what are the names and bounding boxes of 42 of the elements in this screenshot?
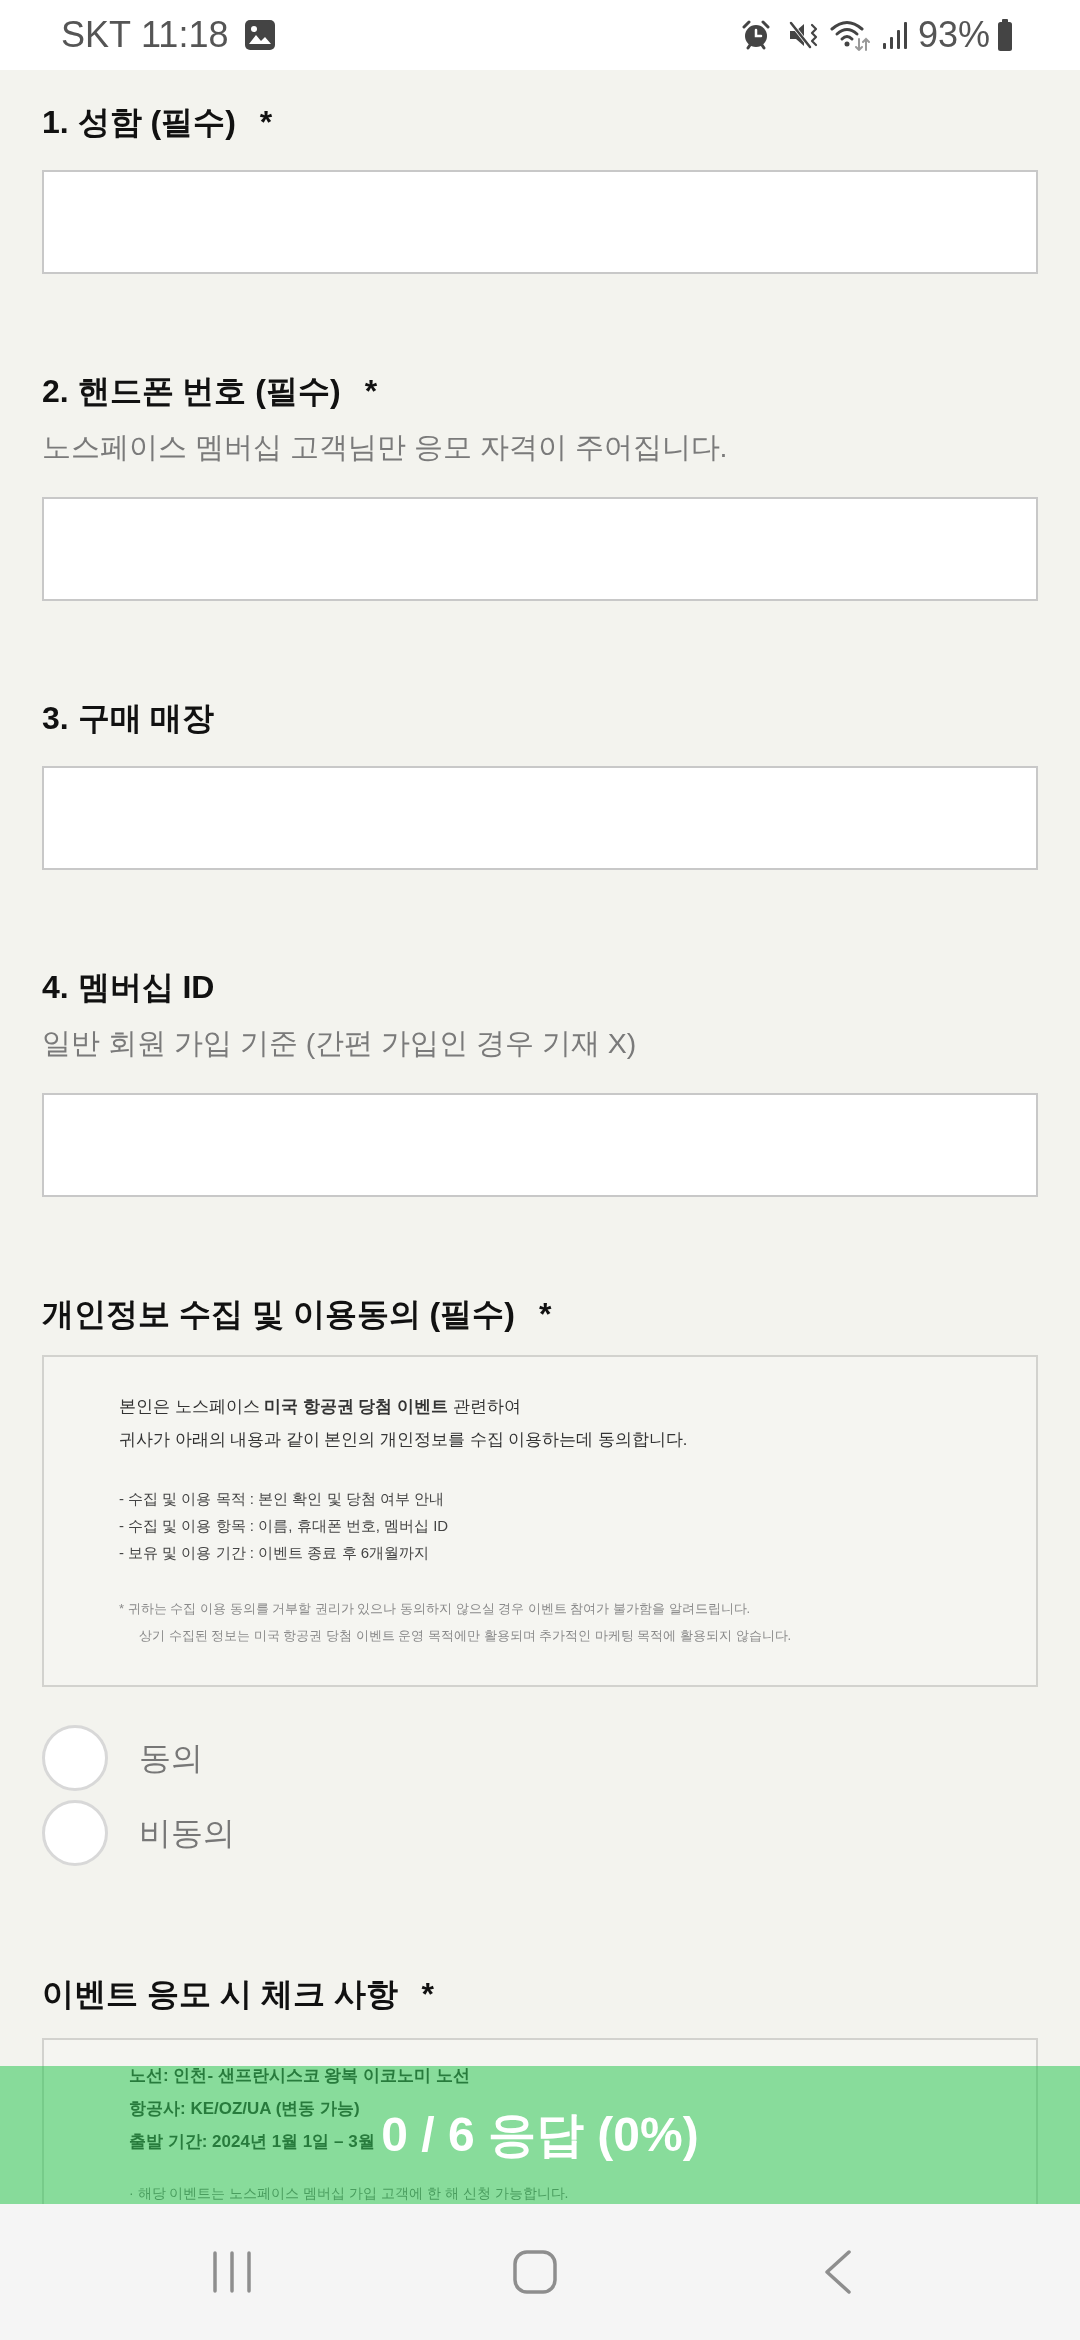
battery-percent: 93% <box>917 15 990 55</box>
home-icon[interactable] <box>513 2250 557 2294</box>
notice-text: 본인은 노스페이스 미국 항공권 당첨 이벤트 관련하여 <box>119 1396 521 1417</box>
notice-text: - 보유 및 이용 기간 : 이벤트 종료 후 6개월까지 <box>119 1543 429 1563</box>
battery-icon <box>998 19 1012 51</box>
alarm-clock-icon <box>741 20 770 50</box>
required-mark: * <box>421 1975 434 2014</box>
clock-time: 11:18 <box>141 15 229 55</box>
text-input-field[interactable] <box>42 1093 1038 1197</box>
question-title: 3. 구매 매장 <box>42 699 215 738</box>
required-mark: * <box>538 1295 552 1334</box>
recent-apps-icon[interactable] <box>213 2251 251 2293</box>
notice-text: 상기 수집된 정보는 미국 항공권 당첨 이벤트 운영 목적에만 활용되며 추가적인 마케팅 목적에 활용되지 않습니다. <box>139 1627 792 1645</box>
notice-text: - 수집 및 이용 목적 : 본인 확인 및 당첨 여부 안내 <box>119 1489 444 1509</box>
text-input-field[interactable] <box>42 170 1038 274</box>
sound-off-icon <box>787 20 818 50</box>
notice-text: - 수집 및 이용 항목 : 이름, 휴대폰 번호, 멤버십 ID <box>119 1516 449 1536</box>
text-input-field[interactable] <box>42 766 1038 870</box>
back-icon[interactable] <box>825 2250 851 2294</box>
required-mark: * <box>259 103 273 142</box>
notice-text: * 귀하는 수집 이용 동의를 거부할 권리가 있으나 동의하지 않으실 경우 이벤트 참여가 불가함을 알려드립니다. <box>119 1600 751 1618</box>
carrier-name: SKT <box>61 15 131 55</box>
question-title: 4. 멤버십 ID <box>42 968 215 1007</box>
notice-text: 귀사가 아래의 내용과 같이 본인의 개인정보를 수집 이용하는데 동의합니다. <box>119 1429 688 1450</box>
wifi-icon <box>829 19 870 51</box>
question-title: 개인정보 수집 및 이용동의 (필수) <box>42 1295 515 1334</box>
text-input-field[interactable] <box>42 497 1038 601</box>
radio-label: 비동의 <box>139 1814 235 1853</box>
notice-text: 항공사: KE/OZ/UA (변동 가능) <box>129 2098 360 2120</box>
question-title: 이벤트 응모 시 체크 사항 <box>42 1975 398 2014</box>
notice-text: 출발 기간: 2024년 1월 1일 – 3월 <box>129 2131 375 2153</box>
image-icon <box>244 19 277 51</box>
radio-label: 동의 <box>139 1739 203 1778</box>
signal-icon <box>881 20 908 50</box>
question-description: 일반 회원 가입 기준 (간편 가입인 경우 기재 X) <box>42 1026 637 1061</box>
question-description: 노스페이스 멤버십 고객님만 응모 자격이 주어집니다. <box>42 430 728 465</box>
notice-text: · 해당 이벤트는 노스페이스 멤버십 가입 고객에 한 해 신청 가능합니다. <box>129 2184 569 2203</box>
progress-text: 0 / 6 응답 (0%) <box>381 2107 699 2163</box>
question-title: 2. 핸드폰 번호 (필수) <box>42 372 341 411</box>
notice-text: 노선: 인천- 샌프란시스코 왕복 이코노미 노선 <box>129 2065 470 2087</box>
required-mark: * <box>364 372 378 411</box>
question-title: 1. 성함 (필수) <box>42 103 236 142</box>
